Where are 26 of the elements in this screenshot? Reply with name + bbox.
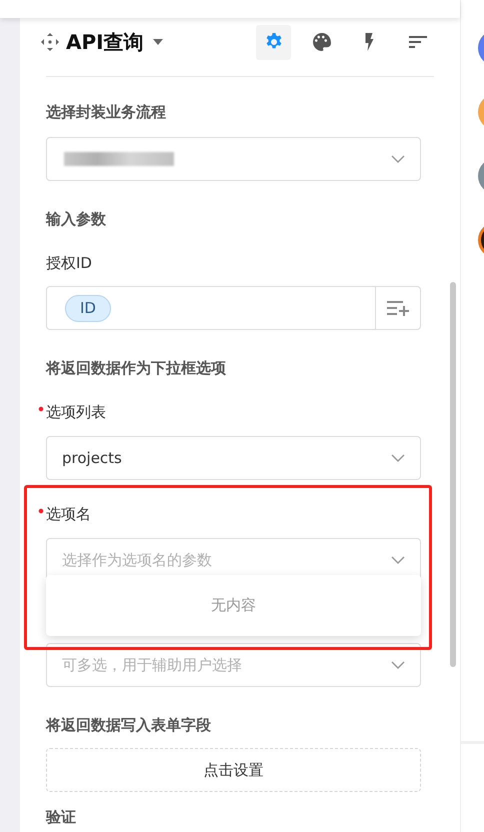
parameter-tag[interactable]: ID <box>65 294 111 322</box>
set-button[interactable]: 点击设置 <box>46 748 421 792</box>
chevron-down-icon <box>391 556 405 564</box>
palette-icon <box>312 32 332 52</box>
list-add-icon <box>386 298 410 318</box>
settings-tab[interactable] <box>256 24 291 60</box>
caret-icon[interactable] <box>152 38 164 46</box>
empty-text: 无内容 <box>211 596 256 615</box>
section-heading: 验证 <box>46 808 77 826</box>
section-heading: 将返回数据写入表单字段 <box>46 715 212 736</box>
move-icon[interactable] <box>40 32 60 52</box>
section-heading: 输入参数 <box>46 209 107 230</box>
scrollbar[interactable] <box>450 282 456 667</box>
select-field[interactable]: projects <box>46 436 421 480</box>
tag-input-field[interactable]: ID <box>46 286 421 330</box>
section-heading: 选择封装业务流程 <box>46 102 167 123</box>
chevron-down-icon <box>391 155 405 163</box>
component-title: API查询 <box>66 28 144 56</box>
field-label: 授权ID <box>46 254 92 272</box>
field-label: 选项名 <box>46 505 91 523</box>
section-heading: 将返回数据作为下拉框选项 <box>46 358 227 379</box>
chevron-down-icon <box>391 661 405 669</box>
chevron-down-icon <box>391 454 405 462</box>
field-label: 选项列表 <box>46 403 106 421</box>
lightning-icon <box>365 33 374 51</box>
select-field[interactable] <box>46 137 421 181</box>
